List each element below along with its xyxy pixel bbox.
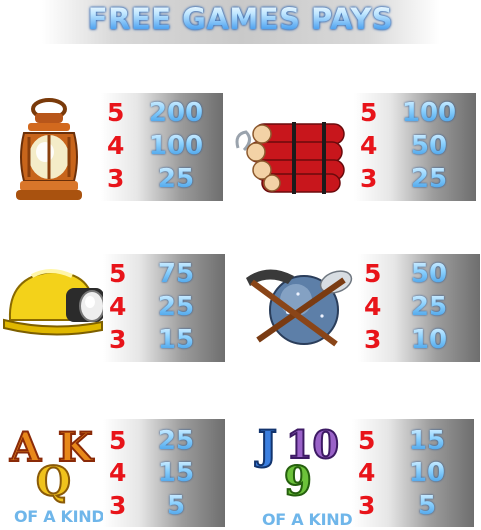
match-count: 5 <box>109 426 127 455</box>
card-letter-9: 9 <box>283 457 313 506</box>
pay-value: 25 <box>390 291 468 323</box>
pay-row: 5 25 <box>103 425 225 457</box>
match-count: 5 <box>360 98 378 127</box>
akq-cards-icon: A K Q <box>8 420 108 506</box>
pay-value: 25 <box>390 163 468 195</box>
match-count: 4 <box>358 458 376 487</box>
pay-value: 50 <box>390 258 468 290</box>
pay-row: 4 25 <box>358 291 480 323</box>
paytable-panel: 5 200 4 100 3 25 <box>101 93 223 201</box>
pay-row: 3 5 <box>103 490 225 522</box>
paytable-panel: 5 50 4 25 3 10 <box>358 254 480 362</box>
paytable-panel: 5 75 4 25 3 15 <box>103 254 225 362</box>
match-count: 4 <box>109 458 127 487</box>
match-count: 4 <box>109 292 127 321</box>
pay-value: 15 <box>388 425 466 457</box>
pay-row: 4 15 <box>103 457 225 489</box>
match-count: 5 <box>107 98 125 127</box>
pay-value: 25 <box>137 425 215 457</box>
match-count: 3 <box>109 491 127 520</box>
match-count: 5 <box>109 259 127 288</box>
match-count: 3 <box>364 325 382 354</box>
match-count: 3 <box>360 164 378 193</box>
pay-value: 5 <box>137 490 215 522</box>
pay-row: 3 15 <box>103 324 225 356</box>
match-count: 3 <box>358 491 376 520</box>
pay-value: 5 <box>388 490 466 522</box>
lantern-icon <box>8 97 90 209</box>
match-count: 3 <box>109 325 127 354</box>
pay-value: 10 <box>390 324 468 356</box>
pay-value: 200 <box>137 97 215 129</box>
pay-row: 3 25 <box>354 163 476 195</box>
card-letter-j: J <box>257 421 278 470</box>
pay-row: 5 15 <box>352 425 474 457</box>
paytable-panel: 5 25 4 15 3 5 <box>103 419 225 527</box>
pay-row: 4 100 <box>101 130 223 162</box>
page-title: FREE GAMES PAYS <box>0 2 481 36</box>
pay-row: 5 100 <box>354 97 476 129</box>
match-count: 5 <box>358 426 376 455</box>
pay-row: 4 25 <box>103 291 225 323</box>
pay-row: 3 25 <box>101 163 223 195</box>
pickaxe-ore-icon <box>238 256 356 356</box>
match-count: 4 <box>107 131 125 160</box>
pay-value: 25 <box>137 163 215 195</box>
pay-row: 3 5 <box>352 490 474 522</box>
pay-value: 25 <box>137 291 215 323</box>
paytable-panel: 5 15 4 10 3 5 <box>352 419 474 527</box>
pay-row: 5 50 <box>358 258 480 290</box>
pay-value: 15 <box>137 457 215 489</box>
pay-value: 10 <box>388 457 466 489</box>
match-count: 3 <box>107 164 125 193</box>
paytable-panel: 5 100 4 50 3 25 <box>354 93 476 201</box>
match-count: 4 <box>364 292 382 321</box>
match-count: 5 <box>364 259 382 288</box>
pay-row: 5 200 <box>101 97 223 129</box>
card-letter-q: Q <box>35 457 72 506</box>
miner-helmet-icon <box>2 262 108 342</box>
pay-row: 3 10 <box>358 324 480 356</box>
match-count: 4 <box>360 131 378 160</box>
pay-value: 50 <box>390 130 468 162</box>
pay-value: 100 <box>390 97 468 129</box>
pay-value: 100 <box>137 130 215 162</box>
pay-row: 4 50 <box>354 130 476 162</box>
j109-cards-icon: J 10 9 <box>257 420 358 506</box>
pay-value: 75 <box>137 258 215 290</box>
of-a-kind-label: OF A KIND <box>14 507 105 526</box>
of-a-kind-label: OF A KIND <box>262 510 353 529</box>
dynamite-icon <box>232 110 350 200</box>
pay-value: 15 <box>137 324 215 356</box>
pay-row: 5 75 <box>103 258 225 290</box>
pay-row: 4 10 <box>352 457 474 489</box>
